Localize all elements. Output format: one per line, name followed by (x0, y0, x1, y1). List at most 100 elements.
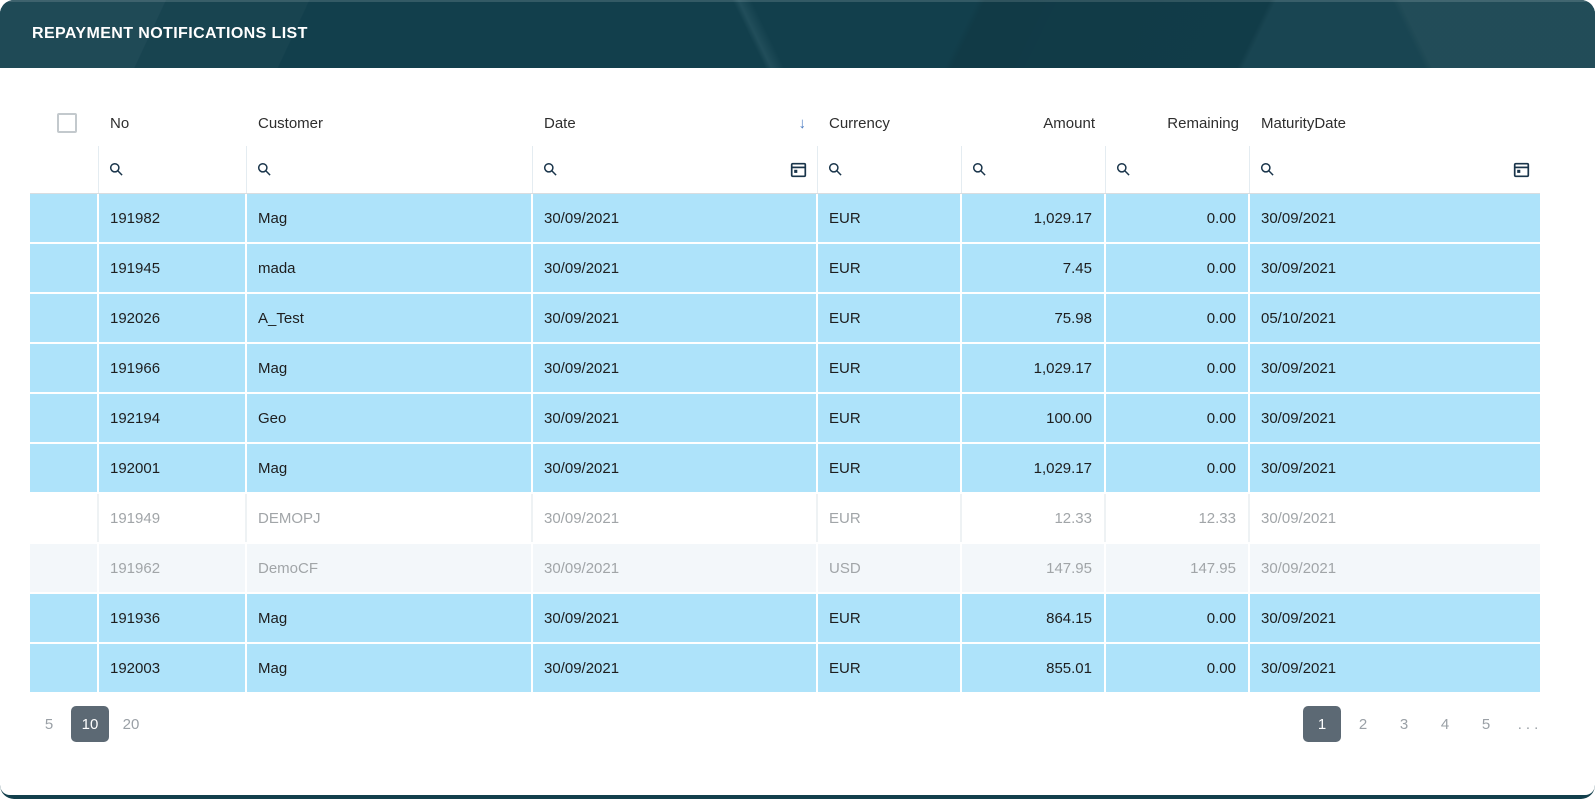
cell-maturityDate: 30/09/2021 (1250, 394, 1540, 442)
filter-input-remaining[interactable] (1116, 146, 1239, 193)
page-5[interactable]: 5 (1467, 706, 1505, 742)
cell-select (30, 544, 99, 592)
table-row[interactable]: 192003Mag30/09/2021EUR855.010.0030/09/20… (30, 644, 1540, 692)
filter-cell-customer (247, 146, 533, 193)
filter-input-no[interactable] (109, 146, 236, 193)
cell-remaining: 0.00 (1106, 444, 1250, 492)
calendar-icon[interactable] (790, 161, 807, 178)
filter-input-date[interactable] (543, 146, 807, 193)
cell-currency: EUR (818, 344, 962, 392)
column-header-label: MaturityDate (1261, 115, 1346, 132)
search-icon (828, 162, 843, 177)
calendar-icon[interactable] (1513, 161, 1530, 178)
cell-no: 192003 (99, 644, 247, 692)
cell-maturityDate: 30/09/2021 (1250, 244, 1540, 292)
cell-amount: 12.33 (962, 494, 1106, 542)
cell-amount: 855.01 (962, 644, 1106, 692)
cell-date: 30/09/2021 (533, 494, 818, 542)
cell-date: 30/09/2021 (533, 394, 818, 442)
cell-no: 191966 (99, 344, 247, 392)
page-size-10[interactable]: 10 (71, 706, 109, 742)
title-bar: REPAYMENT NOTIFICATIONS LIST (0, 0, 1595, 68)
filter-cell-amount (962, 146, 1106, 193)
cell-maturityDate: 30/09/2021 (1250, 194, 1540, 242)
cell-no: 192001 (99, 444, 247, 492)
cell-amount: 864.15 (962, 594, 1106, 642)
cell-customer: Mag (247, 344, 533, 392)
page-4[interactable]: 4 (1426, 706, 1464, 742)
cell-maturityDate: 30/09/2021 (1250, 544, 1540, 592)
cell-select (30, 294, 99, 342)
filter-input-maturityDate[interactable] (1260, 146, 1530, 193)
search-icon (1116, 162, 1131, 177)
cell-remaining: 0.00 (1106, 294, 1250, 342)
cell-select (30, 594, 99, 642)
cell-maturityDate: 30/09/2021 (1250, 444, 1540, 492)
pagination-bar: 51020 12345... (30, 706, 1555, 742)
page-3[interactable]: 3 (1385, 706, 1423, 742)
table-row[interactable]: 192194Geo30/09/2021EUR100.000.0030/09/20… (30, 394, 1540, 442)
cell-date: 30/09/2021 (533, 344, 818, 392)
table-row[interactable]: 191936Mag30/09/2021EUR864.150.0030/09/20… (30, 594, 1540, 642)
table-row[interactable]: 191945mada30/09/2021EUR7.450.0030/09/202… (30, 244, 1540, 292)
filter-input-currency[interactable] (828, 146, 951, 193)
page-2[interactable]: 2 (1344, 706, 1382, 742)
cell-select (30, 344, 99, 392)
cell-no: 191945 (99, 244, 247, 292)
column-header-label: Remaining (1167, 115, 1239, 132)
page-size-5[interactable]: 5 (30, 706, 68, 742)
column-header-date[interactable]: Date ↓ (533, 115, 818, 132)
filter-cell-remaining (1106, 146, 1250, 193)
cell-customer: Mag (247, 444, 533, 492)
column-header-amount[interactable]: Amount (962, 115, 1106, 132)
cell-date: 30/09/2021 (533, 194, 818, 242)
cell-customer: Mag (247, 194, 533, 242)
cell-customer: DemoCF (247, 544, 533, 592)
repayments-table: NoCustomer Date ↓ CurrencyAmount Remaining Ma… (30, 100, 1540, 692)
cell-amount: 1,029.17 (962, 194, 1106, 242)
cell-maturityDate: 30/09/2021 (1250, 344, 1540, 392)
column-header-maturityDate[interactable]: MaturityDate (1250, 115, 1540, 132)
cell-maturityDate: 05/10/2021 (1250, 294, 1540, 342)
cell-maturityDate: 30/09/2021 (1250, 494, 1540, 542)
column-header-currency[interactable]: Currency (818, 115, 962, 132)
cell-no: 191949 (99, 494, 247, 542)
cell-amount: 75.98 (962, 294, 1106, 342)
cell-select (30, 644, 99, 692)
cell-currency: EUR (818, 644, 962, 692)
table-row[interactable]: 191962DemoCF30/09/2021USD147.95147.9530/… (30, 544, 1540, 592)
page-size-20[interactable]: 20 (112, 706, 150, 742)
filter-input-amount[interactable] (972, 146, 1095, 193)
table-row[interactable]: 191966Mag30/09/2021EUR1,029.170.0030/09/… (30, 344, 1540, 392)
sort-descending-icon[interactable]: ↓ (799, 115, 807, 132)
cell-select (30, 194, 99, 242)
column-header-label: Date (544, 115, 576, 132)
select-all-checkbox[interactable] (57, 113, 77, 133)
cell-remaining: 0.00 (1106, 594, 1250, 642)
cell-date: 30/09/2021 (533, 544, 818, 592)
filter-cell-empty (30, 146, 99, 193)
table-header-row: NoCustomer Date ↓ CurrencyAmount Remaining Ma… (30, 100, 1540, 146)
filter-cell-currency (818, 146, 962, 193)
cell-currency: EUR (818, 444, 962, 492)
table-row[interactable]: 191949DEMOPJ30/09/2021EUR12.3312.3330/09… (30, 494, 1540, 542)
cell-currency: EUR (818, 294, 962, 342)
cell-remaining: 0.00 (1106, 344, 1250, 392)
select-all-cell (30, 113, 99, 133)
cell-currency: EUR (818, 494, 962, 542)
cell-date: 30/09/2021 (533, 244, 818, 292)
cell-no: 191982 (99, 194, 247, 242)
filter-input-customer[interactable] (257, 146, 522, 193)
column-header-no[interactable]: No (99, 115, 247, 132)
cell-customer: mada (247, 244, 533, 292)
cell-customer: Geo (247, 394, 533, 442)
cell-date: 30/09/2021 (533, 594, 818, 642)
page-size-selector: 51020 (30, 706, 153, 742)
table-row[interactable]: 191982Mag30/09/2021EUR1,029.170.0030/09/… (30, 194, 1540, 242)
content-panel: NoCustomer Date ↓ CurrencyAmount Remaining Ma… (0, 68, 1595, 795)
table-row[interactable]: 192001Mag30/09/2021EUR1,029.170.0030/09/… (30, 444, 1540, 492)
page-1[interactable]: 1 (1303, 706, 1341, 742)
column-header-remaining[interactable]: Remaining (1106, 115, 1250, 132)
column-header-customer[interactable]: Customer (247, 115, 533, 132)
table-row[interactable]: 192026A_Test30/09/2021EUR75.980.0005/10/… (30, 294, 1540, 342)
